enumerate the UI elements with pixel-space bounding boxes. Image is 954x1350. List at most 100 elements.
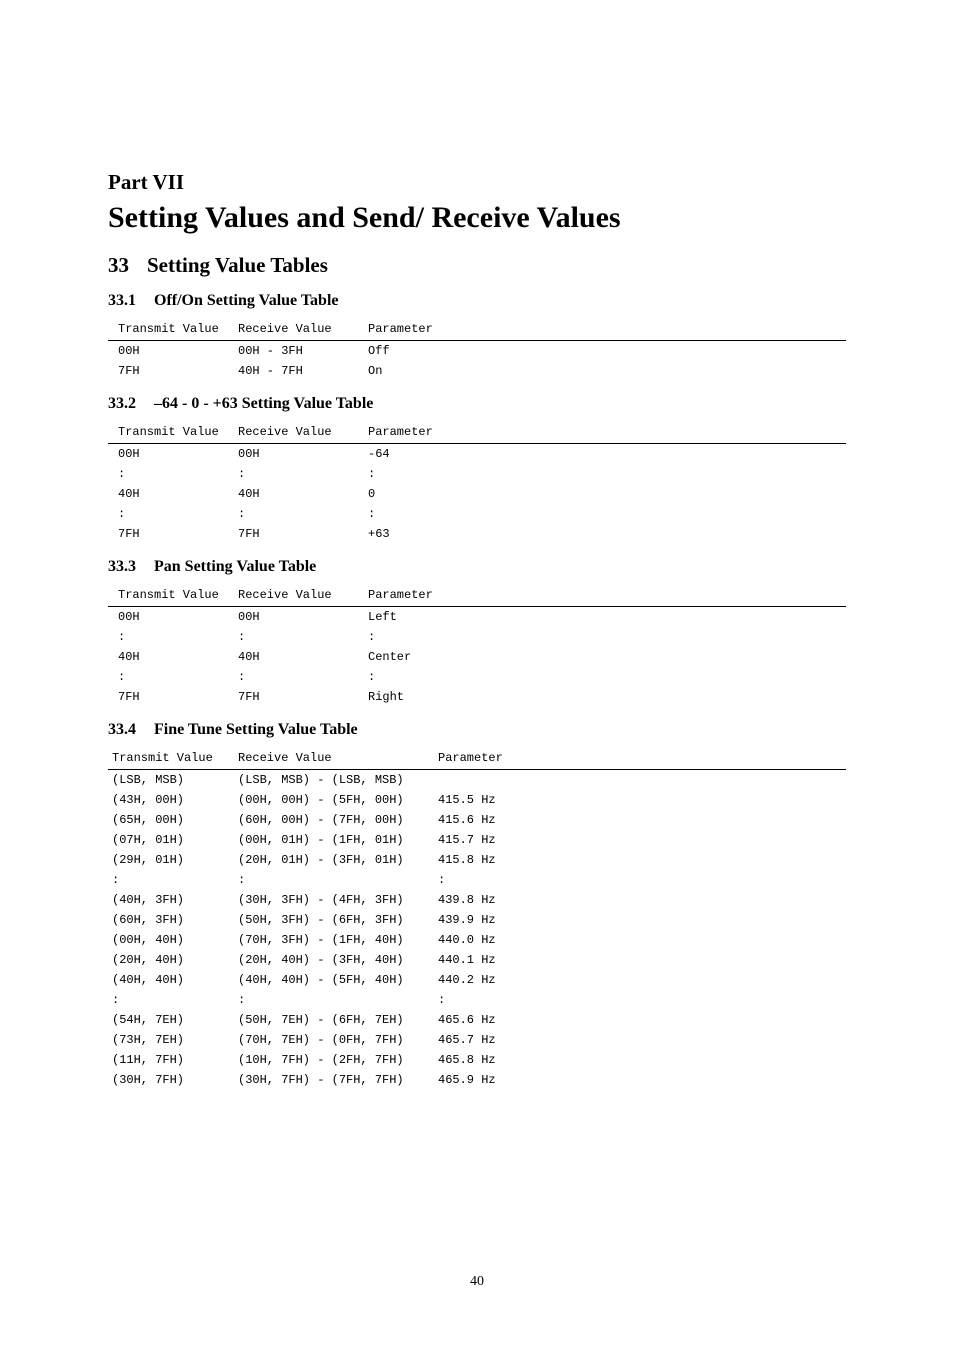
cell-receive: (20H, 01H) - (3FH, 01H): [238, 850, 438, 870]
cell-parameter: Right: [368, 687, 846, 707]
cell-parameter: Left: [368, 607, 846, 628]
header-receive: Receive Value: [238, 749, 438, 770]
cell-transmit: :: [108, 504, 238, 524]
cell-receive: :: [238, 504, 368, 524]
table-row: :::: [108, 464, 846, 484]
table-row: 40H40HCenter: [108, 647, 846, 667]
cell-transmit: 00H: [108, 607, 238, 628]
header-transmit: Transmit Value: [108, 586, 238, 607]
cell-parameter: 415.5 Hz: [438, 790, 846, 810]
cell-parameter: +63: [368, 524, 846, 544]
part-title: Setting Values and Send/ Receive Values: [108, 201, 846, 235]
cell-receive: 00H - 3FH: [238, 341, 368, 362]
header-parameter: Parameter: [368, 423, 846, 444]
table-row: 00H00H-64: [108, 444, 846, 465]
cell-transmit: (60H, 3FH): [108, 910, 238, 930]
table-header-row: Transmit Value Receive Value Parameter: [108, 320, 846, 341]
cell-transmit: 40H: [108, 647, 238, 667]
table-row: (30H, 7FH)(30H, 7FH) - (7FH, 7FH)465.9 H…: [108, 1070, 846, 1090]
header-parameter: Parameter: [368, 320, 846, 341]
cell-parameter: 440.0 Hz: [438, 930, 846, 950]
cell-parameter: Off: [368, 341, 846, 362]
table-row: (29H, 01H)(20H, 01H) - (3FH, 01H)415.8 H…: [108, 850, 846, 870]
cell-receive: 40H: [238, 647, 368, 667]
table-row: (73H, 7EH)(70H, 7EH) - (0FH, 7FH)465.7 H…: [108, 1030, 846, 1050]
subsection-number: 33.2: [108, 395, 136, 413]
cell-receive: (70H, 3FH) - (1FH, 40H): [238, 930, 438, 950]
cell-transmit: :: [108, 464, 238, 484]
cell-receive: 40H - 7FH: [238, 361, 368, 381]
table-row: (40H, 3FH)(30H, 3FH) - (4FH, 3FH)439.8 H…: [108, 890, 846, 910]
header-receive: Receive Value: [238, 586, 368, 607]
cell-parameter: :: [368, 504, 846, 524]
cell-parameter: 415.7 Hz: [438, 830, 846, 850]
cell-transmit: 7FH: [108, 524, 238, 544]
subsection-title: Off/On Setting Value Table: [154, 292, 339, 309]
cell-receive: 7FH: [238, 687, 368, 707]
cell-receive: (30H, 7FH) - (7FH, 7FH): [238, 1070, 438, 1090]
cell-receive: 7FH: [238, 524, 368, 544]
cell-transmit: (00H, 40H): [108, 930, 238, 950]
cell-parameter: 440.1 Hz: [438, 950, 846, 970]
table-row: (60H, 3FH)(50H, 3FH) - (6FH, 3FH)439.9 H…: [108, 910, 846, 930]
cell-transmit: (54H, 7EH): [108, 1010, 238, 1030]
cell-receive: :: [238, 870, 438, 890]
cell-parameter: :: [368, 667, 846, 687]
cell-transmit: (11H, 7FH): [108, 1050, 238, 1070]
cell-receive: (00H, 00H) - (5FH, 00H): [238, 790, 438, 810]
cell-parameter: :: [438, 990, 846, 1010]
subsection-title: Fine Tune Setting Value Table: [154, 721, 358, 738]
table-pan: Transmit Value Receive Value Parameter 0…: [108, 586, 846, 707]
cell-parameter: 440.2 Hz: [438, 970, 846, 990]
table-row: (20H, 40H)(20H, 40H) - (3FH, 40H)440.1 H…: [108, 950, 846, 970]
cell-transmit: 40H: [108, 484, 238, 504]
cell-parameter: 465.8 Hz: [438, 1050, 846, 1070]
cell-transmit: :: [108, 990, 238, 1010]
table-minus64-plus63: Transmit Value Receive Value Parameter 0…: [108, 423, 846, 544]
table-row: 7FH7FH+63: [108, 524, 846, 544]
table-fine-tune: Transmit Value Receive Value Parameter (…: [108, 749, 846, 1090]
section-heading: 33Setting Value Tables: [108, 253, 846, 278]
cell-transmit: 00H: [108, 341, 238, 362]
table-row: :::: [108, 627, 846, 647]
cell-receive: (70H, 7EH) - (0FH, 7FH): [238, 1030, 438, 1050]
cell-parameter: 439.8 Hz: [438, 890, 846, 910]
cell-parameter: :: [368, 627, 846, 647]
cell-parameter: 465.9 Hz: [438, 1070, 846, 1090]
table-row: :::: [108, 990, 846, 1010]
subsection-heading-33-2: 33.2–64 - 0 - +63 Setting Value Table: [108, 395, 846, 413]
part-label: Part VII: [108, 170, 846, 195]
table-row: (40H, 40H)(40H, 40H) - (5FH, 40H)440.2 H…: [108, 970, 846, 990]
cell-transmit: (LSB, MSB): [108, 770, 238, 791]
table-row: (11H, 7FH)(10H, 7FH) - (2FH, 7FH)465.8 H…: [108, 1050, 846, 1070]
table-row: (54H, 7EH)(50H, 7EH) - (6FH, 7EH)465.6 H…: [108, 1010, 846, 1030]
table-row: 7FH7FHRight: [108, 687, 846, 707]
cell-parameter: -64: [368, 444, 846, 465]
table-off-on: Transmit Value Receive Value Parameter 0…: [108, 320, 846, 381]
cell-receive: (60H, 00H) - (7FH, 00H): [238, 810, 438, 830]
header-transmit: Transmit Value: [108, 320, 238, 341]
table-row: (43H, 00H)(00H, 00H) - (5FH, 00H)415.5 H…: [108, 790, 846, 810]
header-receive: Receive Value: [238, 423, 368, 444]
header-parameter: Parameter: [368, 586, 846, 607]
cell-parameter: :: [368, 464, 846, 484]
header-transmit: Transmit Value: [108, 423, 238, 444]
table-row: 40H40H0: [108, 484, 846, 504]
table-row: :::: [108, 504, 846, 524]
subsection-heading-33-3: 33.3Pan Setting Value Table: [108, 558, 846, 576]
cell-receive: :: [238, 990, 438, 1010]
table-row: :::: [108, 870, 846, 890]
table-row: 7FH40H - 7FHOn: [108, 361, 846, 381]
cell-parameter: 465.7 Hz: [438, 1030, 846, 1050]
cell-transmit: (30H, 7FH): [108, 1070, 238, 1090]
cell-parameter: 465.6 Hz: [438, 1010, 846, 1030]
subsection-heading-33-1: 33.1Off/On Setting Value Table: [108, 292, 846, 310]
subsection-number: 33.4: [108, 721, 136, 739]
cell-receive: (20H, 40H) - (3FH, 40H): [238, 950, 438, 970]
cell-transmit: (65H, 00H): [108, 810, 238, 830]
cell-receive: (40H, 40H) - (5FH, 40H): [238, 970, 438, 990]
cell-receive: :: [238, 464, 368, 484]
cell-transmit: :: [108, 627, 238, 647]
cell-receive: (00H, 01H) - (1FH, 01H): [238, 830, 438, 850]
table-row: :::: [108, 667, 846, 687]
